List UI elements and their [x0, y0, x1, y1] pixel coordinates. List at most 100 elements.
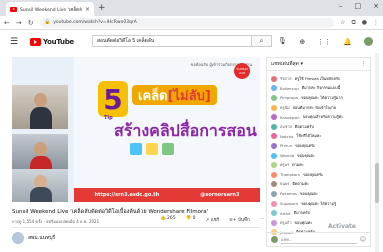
- slide-footer-handle: @sornorsarn3: [200, 192, 240, 198]
- chat-author-name[interactable]: Kanokwan: [280, 115, 300, 120]
- chat-author-name[interactable]: ครูพร: [280, 162, 289, 168]
- channel-avatar[interactable]: [12, 232, 24, 244]
- chat-header: แชทเด่นที่สุด ▾ ⋮: [267, 58, 370, 71]
- chat-author-name[interactable]: Thanakorn: [280, 172, 300, 177]
- share-button[interactable]: ↗ แชร์: [206, 216, 220, 223]
- chat-message: Arthit ดีมากครับ: [271, 208, 366, 218]
- slide-heading-main: เคล็ด: [138, 88, 168, 104]
- maximize-button[interactable]: □: [355, 2, 362, 10]
- chat-author-avatar[interactable]: [271, 94, 277, 101]
- apps-grid-icon[interactable]: ⋮⋮: [317, 38, 331, 46]
- new-tab-button[interactable]: +: [98, 3, 106, 13]
- lock-icon: 🔒: [44, 20, 51, 25]
- chat-author-avatar[interactable]: [271, 85, 277, 92]
- chat-author-name[interactable]: Pakamas: [280, 191, 297, 196]
- chat-author-name[interactable]: Phirun: [280, 143, 292, 148]
- chat-menu-icon[interactable]: ⋮: [361, 61, 366, 67]
- chat-message-text: ขอบคุณค่ะ: [294, 219, 313, 225]
- youtube-logo[interactable]: YouTube: [30, 38, 74, 46]
- channel-info: สพม.นนทบุรี: [12, 232, 55, 244]
- window-controls: – □ ×: [339, 2, 379, 10]
- chat-author-name[interactable]: ครูแก้ว: [280, 220, 291, 226]
- hamburger-menu-icon[interactable]: ☰: [10, 37, 24, 47]
- chat-author-name[interactable]: Pimprapa: [280, 95, 298, 100]
- chat-message: Pimprapa ขอบคุณค่ะ ได้ความรู้มาก: [271, 93, 366, 103]
- user-avatar[interactable]: [364, 37, 373, 46]
- chat-author-avatar[interactable]: [271, 190, 277, 197]
- bookmark-star-icon[interactable]: ☆: [340, 19, 345, 27]
- chat-message-text: ตามค่ะ: [292, 162, 304, 168]
- chat-message-text: ครูใช้ Filmora เป็นหลักครับ: [294, 75, 341, 81]
- chat-message: ครูพร ตามค่ะ: [271, 160, 366, 170]
- slide-heading-bracket: [ไม่ลับ]: [167, 88, 211, 104]
- chat-author-avatar[interactable]: [271, 114, 277, 121]
- chat-author-avatar[interactable]: [271, 181, 277, 188]
- microphone-icon[interactable]: 🎙: [278, 37, 287, 45]
- chat-author-avatar[interactable]: [271, 123, 277, 130]
- chat-author-name[interactable]: ครูนิ่ม: [280, 105, 290, 111]
- slide-subheading: สร้างคลิปสื่อการสอน: [114, 121, 257, 140]
- video-title: SunsiI Weekend Live 'เคล็ดลับตัดต่อวิดีโ…: [12, 209, 209, 215]
- chat-author-avatar[interactable]: [271, 142, 277, 149]
- chat-author-avatar[interactable]: [271, 171, 277, 178]
- minimize-button[interactable]: –: [339, 2, 343, 10]
- forward-icon[interactable]: →: [16, 19, 22, 27]
- video-player[interactable]: ขอต้อนรับ ผู้เข้าร่วมกิจกรรมทุกท่าน SUNS…: [12, 57, 260, 202]
- chat-author-name[interactable]: Arthit: [280, 211, 291, 216]
- chat-author-avatar[interactable]: [271, 75, 277, 82]
- chat-message: Thanakorn ขอบคุณครับ: [271, 170, 366, 180]
- chat-input[interactable]: [281, 235, 357, 244]
- chat-author-avatar[interactable]: [271, 210, 277, 217]
- camera-icon: [162, 143, 174, 155]
- tab-close-button[interactable]: ×: [85, 6, 90, 13]
- chat-message-text: ขอบคุณค่ะ ได้ความรู้มาก: [301, 94, 343, 100]
- chat-author-name[interactable]: Wanida: [280, 153, 294, 158]
- notifications-bell-icon[interactable]: 🔔: [343, 38, 352, 46]
- windows-activation-watermark: Activate: [327, 223, 356, 230]
- chat-author-name[interactable]: ธนพร: [280, 181, 289, 187]
- film-icon: [146, 143, 158, 155]
- scrollbar-thumb[interactable]: [375, 163, 379, 203]
- chat-author-avatar[interactable]: [271, 104, 277, 111]
- channel-name[interactable]: สพม.นนทบุรี: [28, 234, 55, 242]
- browser-tab-strip: SunsiI Weekend Live 'เคล็ดลับ... × + – □…: [0, 0, 383, 16]
- page-scrollbar[interactable]: [375, 53, 379, 252]
- browser-menu-icon[interactable]: ⋮: [373, 19, 379, 27]
- chat-author-avatar[interactable]: [271, 133, 277, 140]
- chat-message: Pakamas ขอบคุณค่ะ: [271, 189, 366, 199]
- extensions-icon[interactable]: ⧉: [351, 19, 355, 27]
- chat-author-name[interactable]: สมชาย: [280, 124, 292, 130]
- chat-message-list[interactable]: รัชภาส ครูใช้ Filmora เป็นหลักครับ Butterc…: [267, 71, 370, 240]
- chat-author-avatar[interactable]: [271, 152, 277, 159]
- close-window-button[interactable]: ×: [373, 2, 379, 10]
- profile-icon[interactable]: ●: [362, 19, 367, 27]
- more-actions-button[interactable]: …: [260, 216, 265, 223]
- video-actions: 👍 265 👎 0 ↗ แชร์ ≡+ บันทึก …: [160, 216, 264, 223]
- chat-message: Natcha ใช้ฟรีได้ไหมคะ: [271, 132, 366, 142]
- chat-author-name[interactable]: รัชภาส: [280, 76, 292, 82]
- search-button[interactable]: ⌕: [252, 35, 272, 47]
- reload-icon[interactable]: ↻: [28, 19, 34, 27]
- save-button[interactable]: ≡+ บันทึก: [229, 216, 250, 223]
- chat-author-name[interactable]: Buttercup: [280, 86, 299, 91]
- emoji-icon[interactable]: ☺: [360, 236, 366, 243]
- my-chat-avatar: [271, 236, 278, 243]
- presenter-body: [30, 187, 52, 202]
- divider: [12, 227, 260, 228]
- chat-author-avatar[interactable]: [271, 200, 277, 207]
- search-input[interactable]: [92, 35, 252, 47]
- address-bar[interactable]: 🔒 youtube.com/watch?v=lHcRwo03qrA: [39, 17, 335, 28]
- dislike-button[interactable]: 👎 0: [186, 216, 196, 223]
- slide-tip-label: Tip: [104, 115, 113, 121]
- create-video-icon[interactable]: ⊕: [299, 38, 305, 46]
- chat-message-text: ดีมากค่ะ กิจกรรมแบบนี้: [301, 85, 341, 91]
- chat-author-name[interactable]: Natcha: [280, 134, 293, 139]
- chat-author-avatar[interactable]: [271, 162, 277, 169]
- browser-tab[interactable]: SunsiI Weekend Live 'เคล็ดลับ... ×: [6, 2, 94, 16]
- like-button[interactable]: 👍 265: [160, 216, 176, 223]
- chat-author-avatar[interactable]: [271, 219, 277, 226]
- back-icon[interactable]: ←: [4, 19, 10, 27]
- presentation-slide: ขอต้อนรับ ผู้เข้าร่วมกิจกรรมทุกท่าน SUNS…: [74, 57, 260, 202]
- chat-filter-dropdown[interactable]: แชทเด่นที่สุด ▾: [271, 60, 303, 68]
- chat-author-name[interactable]: Supaporn: [280, 201, 298, 206]
